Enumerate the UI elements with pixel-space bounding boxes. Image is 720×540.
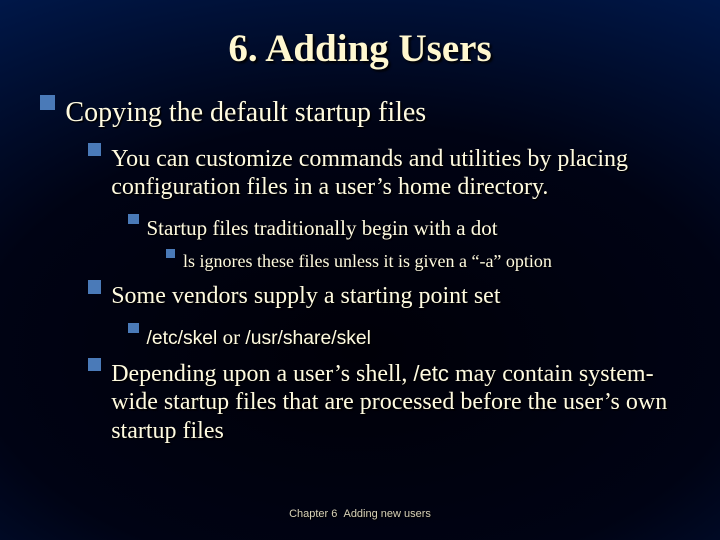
code-path: /etc/skel bbox=[147, 328, 218, 349]
square-bullet-icon bbox=[88, 143, 101, 156]
l2a-text: You can customize commands and utilities… bbox=[111, 145, 686, 202]
l1-text: Copying the default startup files bbox=[65, 97, 686, 129]
l2c-pre: Depending upon a user’s shell, bbox=[111, 361, 413, 387]
bullet-l2: You can customize commands and utilities… bbox=[88, 145, 686, 202]
slide-title: 6. Adding Users bbox=[34, 26, 686, 71]
code-path: /etc bbox=[413, 361, 449, 386]
bullet-l1: Copying the default startup files bbox=[40, 97, 686, 129]
conj-or: or bbox=[217, 325, 245, 349]
code-path: /usr/share/skel bbox=[245, 328, 371, 349]
square-bullet-icon bbox=[166, 249, 175, 258]
bullet-l2: Some vendors supply a starting point set bbox=[88, 282, 686, 310]
l2b-text: Some vendors supply a starting point set bbox=[111, 282, 686, 310]
l4a-text: ls ignores these files unless it is give… bbox=[183, 251, 686, 273]
l3a-text: Startup files traditionally begin with a… bbox=[147, 216, 687, 241]
slide-footer: Chapter 6 Adding new users bbox=[0, 508, 720, 520]
square-bullet-icon bbox=[88, 280, 101, 293]
square-bullet-icon bbox=[128, 214, 139, 225]
square-bullet-icon bbox=[88, 358, 101, 371]
bullet-l3: Startup files traditionally begin with a… bbox=[128, 216, 686, 241]
bullet-l2: Depending upon a user’s shell, /etc may … bbox=[88, 360, 686, 445]
square-bullet-icon bbox=[40, 95, 55, 110]
l2c-text: Depending upon a user’s shell, /etc may … bbox=[111, 360, 686, 445]
l3b-text: /etc/skel or /usr/share/skel bbox=[147, 325, 687, 350]
bullet-l3: /etc/skel or /usr/share/skel bbox=[128, 325, 686, 350]
bullet-l4: ls ignores these files unless it is give… bbox=[166, 251, 686, 273]
square-bullet-icon bbox=[128, 323, 139, 334]
slide: 6. Adding Users Copying the default star… bbox=[0, 0, 720, 540]
